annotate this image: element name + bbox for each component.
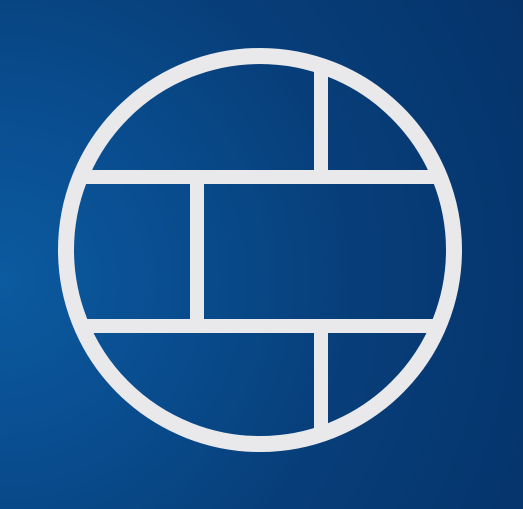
app-icon <box>0 0 523 509</box>
brick-wall-lines <box>66 56 454 444</box>
firewall-globe-icon <box>58 48 462 452</box>
globe-outline <box>58 48 462 452</box>
